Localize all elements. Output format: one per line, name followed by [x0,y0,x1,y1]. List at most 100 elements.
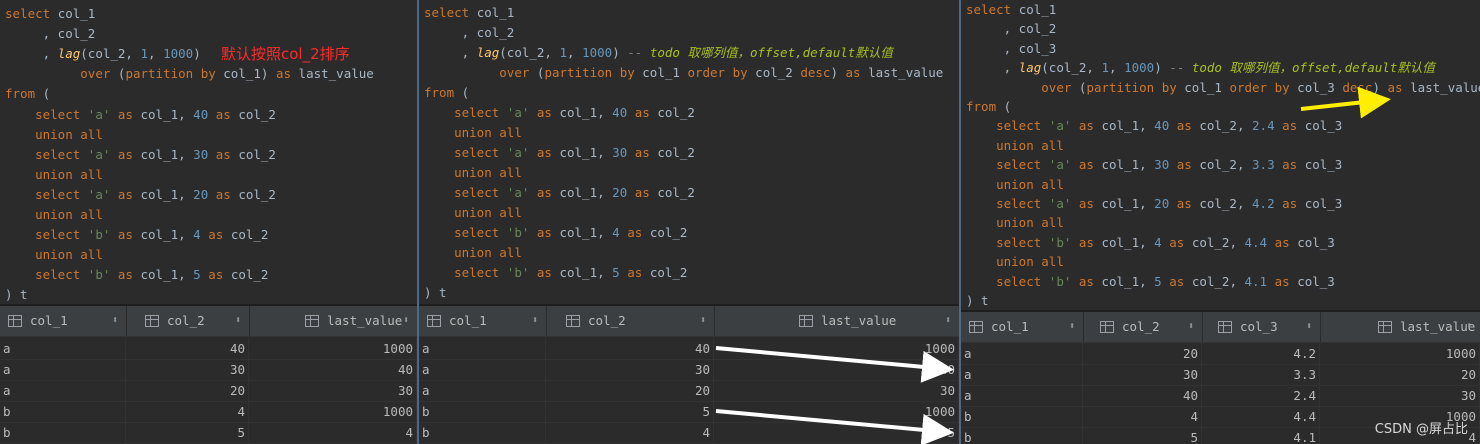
code-token: col_2 [238,146,276,162]
code-line: union all [5,205,103,225]
code-token: union all [35,166,103,182]
code-token: ( [42,86,51,102]
code-token: as [215,106,239,122]
column-header-last-value[interactable]: last_value ⬍ [249,306,417,336]
code-token: as [208,227,231,243]
code-line: over (partition by col_1) as last_value [5,64,374,84]
code-line: , col_2 [5,24,96,44]
code-line: select col_1 [5,4,95,24]
table-cell[interactable]: 30 [249,380,417,401]
table-cell[interactable]: 1000 [249,338,417,359]
code-line: select 'b' as col_1, 4 as col_2 [5,225,268,245]
sort-icon[interactable]: ⬍ [403,306,409,336]
table-row[interactable]: a 20 30 [0,380,417,402]
code-token: select [35,227,88,243]
code-token: over [80,66,118,82]
table-column-icon [145,315,159,327]
code-token: union all [35,247,103,263]
table-cell[interactable]: b [0,422,126,443]
code-token: as [117,186,141,202]
table-cell[interactable]: 20 [126,380,249,401]
code-token: from [5,86,43,102]
arrow-40-to-40 [715,346,954,383]
table-row[interactable]: a 40 1000 [0,338,417,360]
code-token: col_1, [140,227,194,243]
code-token: 'b' [87,267,118,283]
code-token: ) t [5,287,28,303]
code-token: as [117,267,141,283]
query-panel-1: select col_1 , col_2 , lag(col_2, 1, 100… [0,0,417,444]
code-token: 4 [193,227,209,243]
table-cell[interactable]: b [0,401,126,422]
code-line: union all [5,245,103,265]
code-token: 5 [193,267,209,283]
code-line: ) t [5,285,28,305]
code-token: 30 [193,146,216,162]
code-token: as [215,146,239,162]
table-column-icon [305,315,319,327]
code-line: select 'a' as col_1, 30 as col_2 [5,145,276,165]
table-cell[interactable]: 5 [126,422,249,443]
table-row[interactable]: a 30 40 [0,359,417,381]
code-token: lag [57,46,81,62]
table-cell[interactable]: 4 [249,422,417,443]
code-token: col_1, [140,106,194,122]
column-header-label: col_2 [167,313,205,328]
query-panel-3: select col_1 , col_2 , col_3 , lag(col_2… [961,0,1480,444]
code-line: select 'a' as col_1, 20 as col_2 [5,185,276,205]
table-cell[interactable]: 30 [126,359,249,380]
code-token: as [275,66,299,82]
result-grid: col_1 ⬍ col_2 ⬍ last_value ⬍ a 40 1000 a 30 40 a 20 3… [0,304,417,444]
table-cell[interactable]: a [0,338,126,359]
table-row[interactable]: b 4 1000 [0,401,417,423]
code-line: union all [5,125,103,145]
sort-icon[interactable]: ⬍ [112,306,118,336]
arrow-overlay [1300,86,1391,119]
code-token: select [5,6,58,21]
table-row[interactable]: b54 [0,422,417,444]
table-cell[interactable]: a [0,359,126,380]
code-token: as [117,227,141,243]
column-header-col-2[interactable]: col_2 ⬍ [126,306,250,336]
query-panel-2: select col_1 , col_2 , lag(col_2, 1, 100… [419,0,959,444]
code-line: from ( [5,84,50,104]
column-header-col-1[interactable]: col_1 ⬍ [0,306,127,336]
table-cell[interactable]: 40 [126,338,249,359]
table-cell[interactable]: 40 [249,359,417,380]
code-token: 'a' [87,186,118,202]
table-cell[interactable]: 1000 [249,401,417,422]
code-token: union all [35,207,103,222]
code-token: select [35,106,88,122]
code-token: (col_2, [80,46,141,62]
code-token: ) [193,46,201,62]
code-line: , lag(col_2, 1, 1000) [5,44,201,64]
code-token: 'b' [87,227,118,243]
code-token: col_2 [230,267,269,283]
table-cell[interactable]: 4 [126,401,249,422]
code-token: col_1, [140,146,194,162]
code-token: col_2 [238,186,276,202]
code-line: select 'a' as col_1, 40 as col_2 [5,105,276,125]
code-line: select 'b' as col_1, 5 as col_2 [5,265,268,285]
code-token: select [35,146,88,162]
code-token: , col_2 [5,26,96,42]
table-column-icon [8,315,22,327]
code-token: as [117,106,141,122]
column-header-label: last_value [327,313,403,328]
code-token: 20 [193,186,216,202]
code-token: union all [35,126,103,142]
arrow-overlay [715,346,954,444]
table-cell[interactable]: a [0,380,126,401]
sort-icon[interactable]: ⬍ [235,306,241,336]
code-token: col_1 [57,6,96,21]
code-token: col_2 [238,106,276,122]
code-token: col_2 [230,227,269,243]
